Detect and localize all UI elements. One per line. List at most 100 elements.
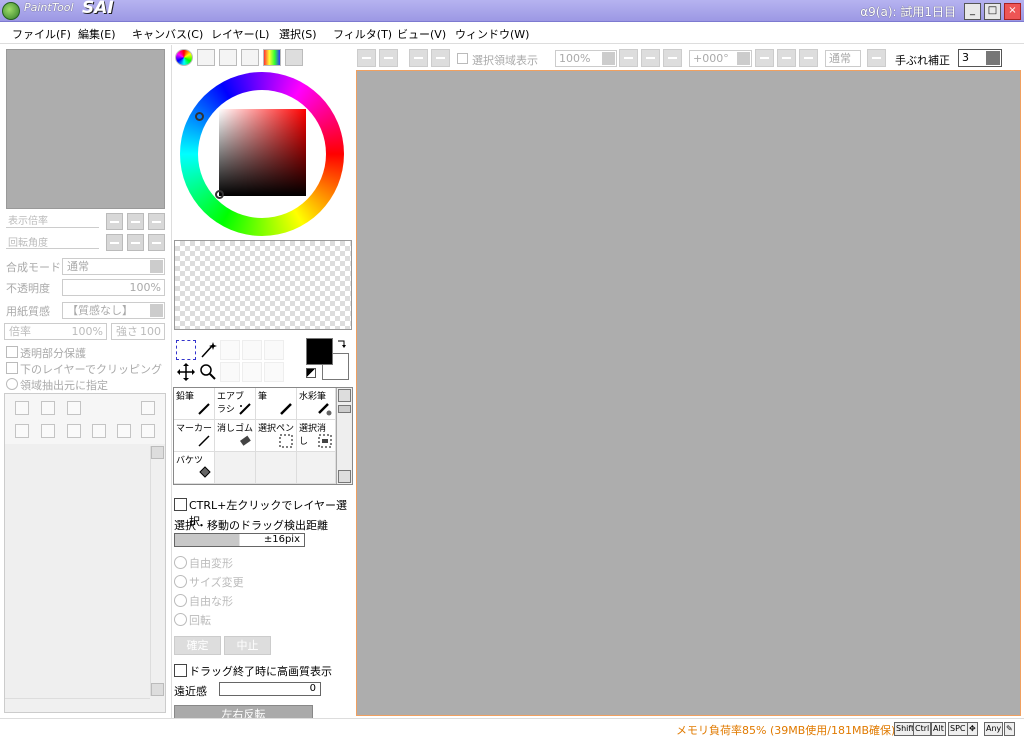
zoom-in-button[interactable] — [127, 213, 144, 230]
menu-edit[interactable]: 編集(E) — [78, 26, 116, 42]
menu-select[interactable]: 選択(S) — [279, 26, 317, 42]
new-layer-icon[interactable] — [15, 401, 29, 415]
menu-view[interactable]: ビュー(V) — [397, 26, 446, 42]
layer-horizontal-scrollbar[interactable] — [5, 698, 150, 712]
perspective-slider[interactable]: 0 — [219, 682, 321, 696]
zoom-out-button[interactable] — [106, 213, 123, 230]
layer-vertical-scrollbar[interactable] — [150, 446, 164, 696]
new-layer-set-icon[interactable] — [41, 401, 55, 415]
undo-button[interactable] — [357, 49, 376, 67]
toolbar-zoom-reset-button[interactable] — [663, 49, 682, 67]
invert-selection-button[interactable] — [431, 49, 450, 67]
chevron-up-icon[interactable] — [151, 446, 164, 459]
brush-select-pen[interactable]: 選択ペン — [256, 420, 297, 452]
free-transform-radio[interactable]: 自由変形 — [174, 555, 233, 571]
brush-marker[interactable]: マーカー — [174, 420, 215, 452]
merge-down-icon[interactable] — [41, 424, 55, 438]
magic-wand-icon[interactable] — [198, 340, 218, 360]
stabilizer-select[interactable]: 3 — [958, 49, 1002, 67]
reset-colors-icon[interactable] — [306, 368, 316, 378]
scroll-thumb[interactable] — [338, 405, 351, 413]
swap-colors-icon[interactable] — [336, 338, 348, 350]
clip-lower-checkbox[interactable]: 下のレイヤーでクリッピング — [6, 361, 162, 377]
zoom-reset-button[interactable] — [148, 213, 165, 230]
confirm-button[interactable]: 確定 — [174, 636, 221, 655]
selection-tool-icon[interactable] — [176, 340, 196, 360]
saturation-value-square[interactable] — [219, 109, 306, 196]
scratchpad-tab-icon[interactable] — [285, 49, 303, 66]
layer-mask-icon[interactable] — [141, 424, 155, 438]
resize-radio[interactable]: サイズ変更 — [174, 574, 244, 590]
brush-scrollbar[interactable] — [336, 388, 352, 484]
menu-window[interactable]: ウィンドウ(W) — [455, 26, 529, 42]
navigator-preview[interactable] — [6, 49, 165, 209]
toolbar-rotate-left-button[interactable] — [755, 49, 774, 67]
menu-layer[interactable]: レイヤー(L) — [211, 26, 269, 42]
merge-selected-icon[interactable] — [117, 424, 131, 438]
rgb-slider-tab-icon[interactable] — [197, 49, 215, 66]
maximize-button[interactable]: □ — [984, 3, 1001, 20]
zoom-tool-icon[interactable] — [198, 362, 218, 382]
brush-brush[interactable]: 筆 — [256, 388, 297, 420]
toolbar-rotate-right-button[interactable] — [777, 49, 796, 67]
menu-file[interactable]: ファイル(F) — [12, 26, 71, 42]
show-selection-checkbox[interactable]: 選択領域表示 — [457, 52, 538, 68]
selection-source-checkbox[interactable]: 領域抽出元に指定 — [6, 377, 108, 393]
chevron-down-icon[interactable] — [151, 683, 164, 696]
rotate-left-button[interactable] — [106, 234, 123, 251]
zoom-slider[interactable] — [6, 227, 99, 228]
toolbar-zoom-in-button[interactable] — [641, 49, 660, 67]
chevron-up-icon[interactable] — [338, 389, 351, 402]
opacity-field[interactable]: 100% — [62, 279, 165, 296]
brush-bucket[interactable]: バケツ — [174, 452, 215, 484]
rotate-slider[interactable] — [6, 248, 99, 249]
brush-watercolor[interactable]: 水彩筆 — [297, 388, 336, 420]
chevron-down-icon[interactable] — [338, 470, 351, 483]
texture-select[interactable]: 【質感なし】 — [62, 302, 165, 319]
hue-marker[interactable] — [195, 112, 204, 121]
clear-layer-icon[interactable] — [67, 424, 81, 438]
brush-select-eraser[interactable]: 選択消し — [297, 420, 336, 452]
rotate-right-button[interactable] — [127, 234, 144, 251]
toolbar-zoom-out-button[interactable] — [619, 49, 638, 67]
zoom-select[interactable]: 100% — [555, 50, 617, 67]
menu-canvas[interactable]: キャンバス(C) — [132, 26, 203, 42]
scratch-pad[interactable] — [174, 240, 352, 330]
swatches-tab-icon[interactable] — [263, 49, 281, 66]
folder-icon[interactable] — [67, 401, 81, 415]
layer-option-icon[interactable] — [141, 401, 155, 415]
blend-mode-select[interactable]: 通常 — [62, 258, 165, 275]
toolbar-rotate-reset-button[interactable] — [799, 49, 818, 67]
brush-pencil[interactable]: 鉛筆 — [174, 388, 215, 420]
sv-marker[interactable] — [215, 190, 224, 199]
texture-scale-field[interactable]: 倍率 100% — [4, 323, 107, 340]
color-wheel-tab-icon[interactable] — [175, 49, 193, 66]
cancel-button[interactable]: 中止 — [224, 636, 271, 655]
foreground-color-swatch[interactable] — [306, 338, 333, 365]
copy-layer-icon[interactable] — [15, 424, 29, 438]
view-blend-select[interactable]: 通常 — [825, 50, 861, 67]
texture-strength-field[interactable]: 強さ 100 — [111, 323, 165, 340]
angle-select[interactable]: +000° — [689, 50, 752, 67]
gradation-slider-tab-icon[interactable] — [241, 49, 259, 66]
protect-alpha-checkbox[interactable]: 透明部分保護 — [6, 345, 86, 361]
move-tool-icon[interactable] — [176, 362, 196, 382]
eraser-icon — [240, 435, 251, 446]
brush-eraser[interactable]: 消しゴム — [215, 420, 256, 452]
drag-distance-slider[interactable]: ±16pix — [174, 533, 305, 547]
hq-preview-checkbox[interactable]: ドラッグ終了時に高画質表示 — [174, 663, 332, 679]
brush-airbrush[interactable]: エアブラシ — [215, 388, 256, 420]
hsv-slider-tab-icon[interactable] — [219, 49, 237, 66]
deselect-button[interactable] — [409, 49, 428, 67]
trash-icon[interactable] — [92, 424, 106, 438]
redo-button[interactable] — [379, 49, 398, 67]
menu-filter[interactable]: フィルタ(T) — [333, 26, 392, 42]
flip-view-button[interactable] — [867, 49, 886, 67]
canvas-area[interactable] — [356, 70, 1021, 716]
rotate-radio[interactable]: 回転 — [174, 612, 211, 628]
rotate-reset-button[interactable] — [148, 234, 165, 251]
minimize-button[interactable]: _ — [964, 3, 981, 20]
close-button[interactable]: × — [1004, 3, 1021, 20]
flip-horizontal-button[interactable]: 左右反転 — [174, 705, 313, 719]
free-shape-radio[interactable]: 自由な形 — [174, 593, 233, 609]
